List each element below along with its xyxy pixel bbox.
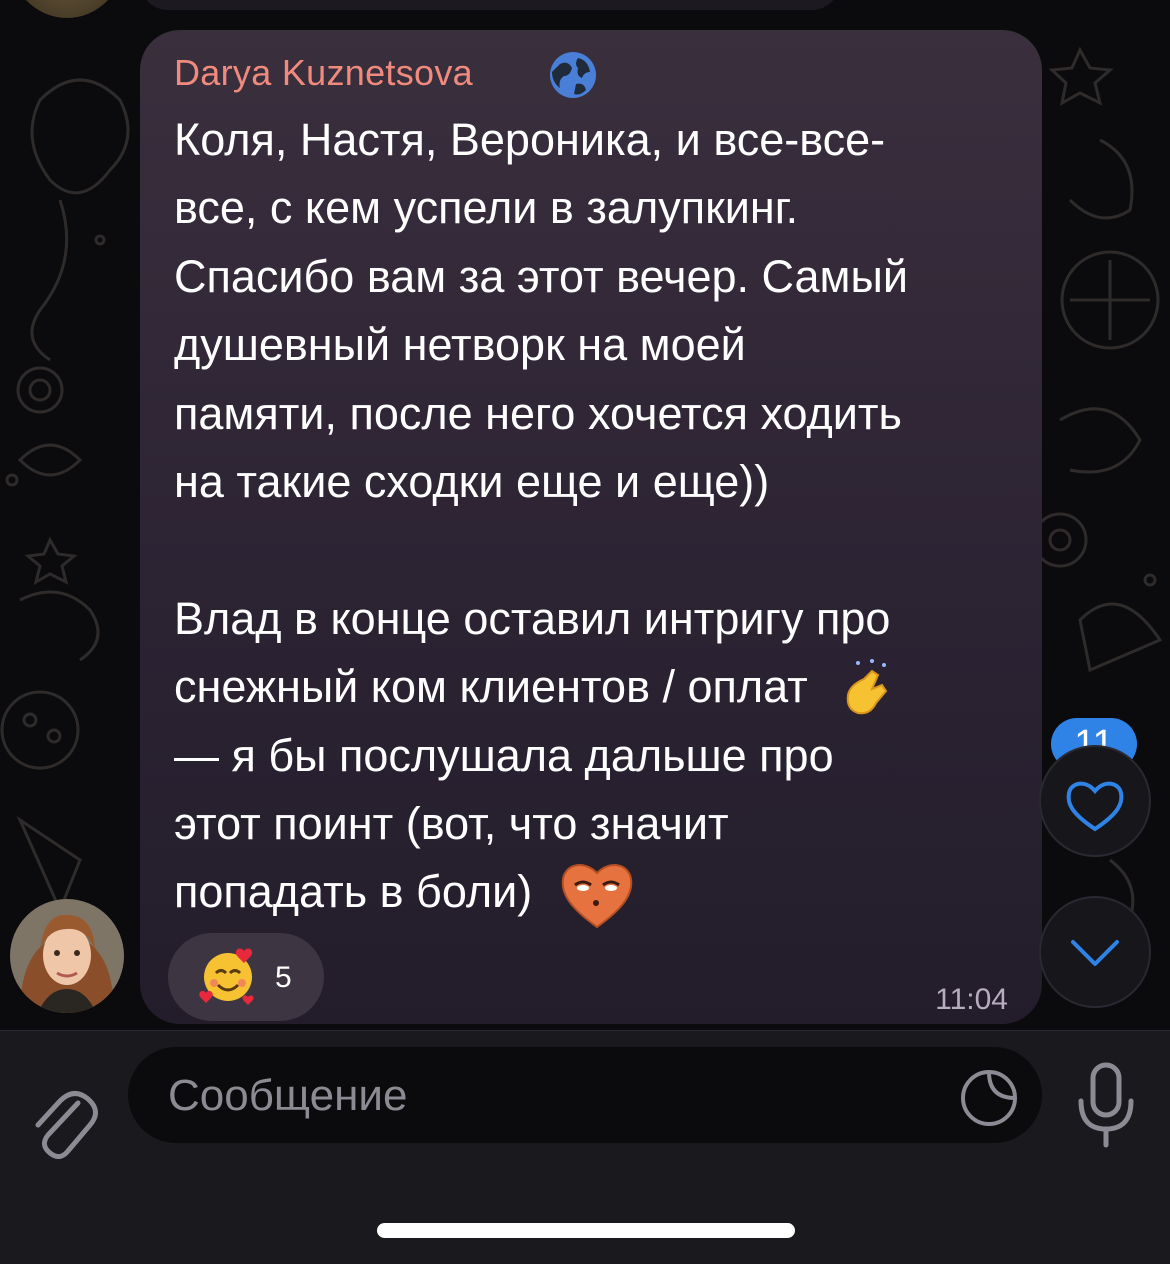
crossed-fingers-emoji — [847, 659, 888, 715]
reaction-count: 5 — [275, 961, 292, 994]
message-line — [174, 516, 1024, 584]
smiling-face-with-hearts-emoji — [199, 948, 254, 1005]
message-line: душевный нетворк на моей — [174, 319, 746, 371]
sender-avatar[interactable] — [10, 899, 124, 1013]
chevron-down-icon — [1071, 940, 1119, 966]
home-indicator[interactable] — [377, 1223, 795, 1238]
message-input-field[interactable] — [128, 1047, 1042, 1143]
message-time: 11:04 — [935, 983, 1008, 1016]
message-input[interactable] — [166, 1065, 930, 1127]
message-line-with-emoji: попадать в боли) — [174, 858, 1024, 929]
message-line: снежный ком клиентов / оплат — [174, 661, 808, 713]
sticker-icon[interactable] — [958, 1067, 1020, 1129]
message-line: Спасибо вам за этот вечер. Самый — [174, 250, 908, 302]
globe-icon — [550, 52, 596, 98]
avatar-photo — [10, 899, 124, 1013]
message-text: Коля, Настя, Вероника, и все-все- все, с… — [174, 106, 1024, 929]
message-line: попадать в боли) — [174, 866, 533, 918]
message-line: памяти, после него хочется ходить — [174, 387, 902, 439]
microphone-icon[interactable] — [1073, 1061, 1139, 1151]
message-line: этот поинт (вот, что значит — [174, 797, 729, 849]
paperclip-icon[interactable] — [28, 1083, 98, 1163]
sender-name[interactable]: Darya Kuznetsova — [174, 52, 473, 94]
message-line: Влад в конце оставил интригу про — [174, 592, 891, 644]
message-line: все, с кем успели в залупкинг. — [174, 182, 799, 234]
message-line: на такие сходки еще и еще)) — [174, 455, 770, 507]
reactions-jump-button[interactable] — [1039, 745, 1151, 857]
heart-face-emoji — [561, 864, 633, 929]
message-line: — я бы послушала дальше про — [174, 729, 834, 781]
previous-message-bubble[interactable] — [140, 0, 840, 10]
message-line: Коля, Настя, Вероника, и все-все- — [174, 114, 886, 165]
heart-icon — [1066, 781, 1124, 832]
message-bubble[interactable]: Darya Kuznetsova Коля, Настя, Вероника, … — [140, 30, 1042, 1024]
message-line-with-emoji: снежный ком клиентов / оплат — [174, 653, 1024, 721]
reaction-chip[interactable]: 5 — [168, 933, 324, 1021]
scroll-down-button[interactable] — [1039, 896, 1151, 1008]
